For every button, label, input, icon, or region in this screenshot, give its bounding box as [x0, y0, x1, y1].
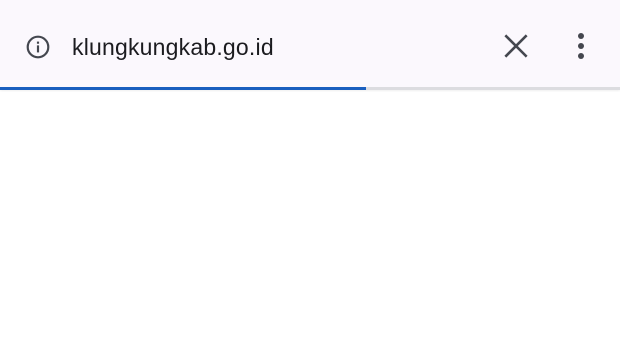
url-text[interactable]: klungkungkab.go.id [72, 31, 274, 63]
close-icon [504, 34, 528, 58]
page-load-progress-bar [0, 87, 620, 90]
more-options-button[interactable] [563, 26, 599, 66]
more-vert-icon [578, 33, 584, 59]
page-load-progress-fill [0, 87, 366, 90]
page-info-button[interactable] [22, 31, 54, 63]
close-tab-button[interactable] [498, 28, 534, 64]
custom-tab-toolbar: klungkungkab.go.id [0, 0, 620, 88]
web-page-content[interactable] [0, 92, 620, 350]
info-icon [26, 35, 50, 59]
